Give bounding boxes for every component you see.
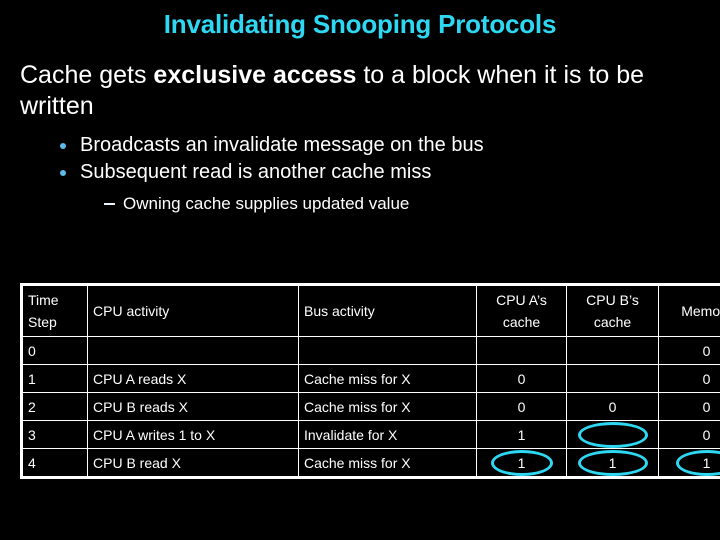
cell-bus-activity: Invalidate for X bbox=[298, 420, 477, 449]
column-header-cpu-a-cache: CPU A’s cache bbox=[476, 284, 567, 337]
lead-text-before: Cache gets bbox=[20, 61, 154, 89]
cell-cpu-b-cache bbox=[566, 336, 659, 365]
dash-bullet-icon bbox=[104, 203, 115, 205]
cell-memory-value: 1 bbox=[702, 454, 711, 471]
highlight-ellipse bbox=[577, 421, 648, 448]
column-header-cpu-b-line2: cache bbox=[593, 314, 632, 330]
column-header-bus-activity: Bus activity bbox=[298, 284, 477, 337]
cell-memory: 0 bbox=[658, 420, 720, 449]
page-title: Invalidating Snooping Protocols bbox=[163, 9, 557, 39]
bullet-label: Subsequent read is another cache miss bbox=[80, 161, 432, 183]
list-item: Broadcasts an invalidate message on the … bbox=[58, 132, 720, 159]
table-row: 2 CPU B reads X Cache miss for X000 bbox=[21, 392, 720, 421]
cell-time-step: 1 bbox=[21, 364, 88, 393]
bullet-dot-icon bbox=[60, 143, 66, 149]
cell-cpu-activity: CPU A writes 1 to X bbox=[87, 420, 299, 449]
cell-time-step: 0 bbox=[21, 336, 88, 365]
lead-text-after: to a block when it is to be bbox=[356, 61, 645, 89]
cell-time-step: 2 bbox=[21, 392, 88, 421]
cell-memory: 0 bbox=[658, 392, 720, 421]
cell-memory: 0 bbox=[658, 336, 720, 365]
list-item: Subsequent read is another cache miss bbox=[58, 159, 720, 186]
sub-bullet-list: Owning cache supplies updated value bbox=[58, 193, 720, 215]
bullet-list: Broadcasts an invalidate message on the … bbox=[20, 132, 720, 215]
lead-paragraph-line2: written bbox=[20, 92, 94, 120]
lead-text-emphasis: exclusive access bbox=[153, 61, 357, 89]
column-header-time-step-line2: Step bbox=[28, 314, 57, 330]
cell-cpu-a-cache: 1 bbox=[476, 420, 567, 449]
column-header-cpu-b-cache: CPU B’s cache bbox=[566, 284, 659, 337]
cell-bus-activity: Cache miss for X bbox=[298, 448, 477, 478]
table-header-row: Time Step CPU activity Bus activity CPU … bbox=[21, 284, 720, 337]
cell-cpu-b-cache: 0 bbox=[566, 392, 659, 421]
cell-cpu-activity: CPU B read X bbox=[87, 448, 299, 478]
cell-cpu-b-cache bbox=[566, 364, 659, 393]
table-row: 4 CPU B read X Cache miss for X 1 1 1 bbox=[21, 448, 720, 478]
slide: Invalidating Snooping Protocols Cache ge… bbox=[0, 0, 720, 540]
column-header-memory: Memory bbox=[658, 284, 720, 337]
cell-memory: 1 bbox=[658, 448, 720, 478]
cell-memory: 0 bbox=[658, 364, 720, 393]
cell-cpu-a-cache: 0 bbox=[476, 364, 567, 393]
list-item: Owning cache supplies updated value bbox=[104, 193, 720, 215]
cell-cpu-a-cache: 1 bbox=[476, 448, 567, 478]
cell-bus-activity: Cache miss for X bbox=[298, 364, 477, 393]
cell-cpu-activity: CPU B reads X bbox=[87, 392, 299, 421]
cache-coherence-table: Time Step CPU activity Bus activity CPU … bbox=[20, 283, 720, 479]
table-body: 0 0 1 CPU A reads X Cache miss for X 0 0 2 CPU B… bbox=[21, 336, 720, 478]
cell-cpu-b-cache-value: 1 bbox=[608, 454, 617, 471]
table-row: 1 CPU A reads X Cache miss for X00 bbox=[21, 364, 720, 393]
bullet-label: Broadcasts an invalidate message on the … bbox=[80, 134, 484, 156]
highlight-ellipse bbox=[675, 449, 720, 476]
table-header: Time Step CPU activity Bus activity CPU … bbox=[21, 284, 720, 337]
body-content: Cache gets exclusive access to a block w… bbox=[20, 60, 720, 215]
cell-cpu-a-cache: 0 bbox=[476, 392, 567, 421]
cell-cpu-activity bbox=[87, 336, 299, 365]
cell-bus-activity bbox=[298, 336, 477, 365]
table-row: 00 bbox=[21, 336, 720, 365]
cell-time-step: 3 bbox=[21, 420, 88, 449]
cell-time-step: 4 bbox=[21, 448, 88, 478]
bullet-dot-icon bbox=[60, 170, 66, 176]
table-row: 3 CPU A writes 1 to X Invalidate for X1 0 bbox=[21, 420, 720, 449]
column-header-cpu-a-line2: cache bbox=[502, 314, 541, 330]
cell-cpu-a-cache-value: 1 bbox=[517, 454, 526, 471]
cell-cpu-a-cache bbox=[476, 336, 567, 365]
cell-cpu-b-cache: 1 bbox=[566, 448, 659, 478]
column-header-time-step: Time Step bbox=[21, 284, 88, 337]
column-header-cpu-a-line1: CPU A’s bbox=[496, 292, 547, 308]
column-header-cpu-b-line1: CPU B’s bbox=[586, 292, 639, 308]
cell-cpu-b-cache bbox=[566, 420, 659, 449]
lead-paragraph-line1: Cache gets exclusive access to a block w… bbox=[20, 60, 720, 91]
column-header-time-step-line1: Time bbox=[28, 292, 59, 308]
sub-bullet-label: Owning cache supplies updated value bbox=[123, 194, 410, 213]
cell-cpu-activity: CPU A reads X bbox=[87, 364, 299, 393]
column-header-cpu-activity: CPU activity bbox=[87, 284, 299, 337]
cell-bus-activity: Cache miss for X bbox=[298, 392, 477, 421]
